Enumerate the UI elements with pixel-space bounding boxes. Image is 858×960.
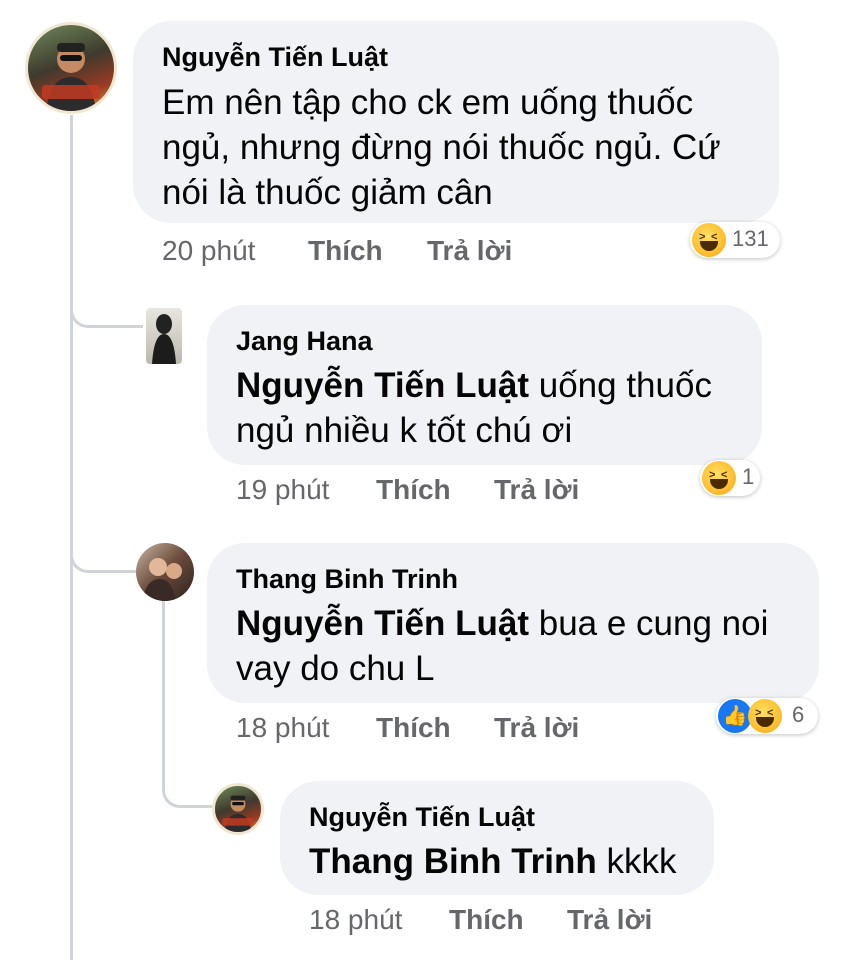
- like-icon: 👍: [718, 699, 752, 733]
- reaction-count: 131: [732, 226, 769, 251]
- like-button[interactable]: Thích: [376, 712, 451, 744]
- like-button[interactable]: Thích: [308, 235, 383, 267]
- comment-line: ngủ, nhưng đừng nói thuốc ngủ. Cứ: [162, 128, 721, 167]
- avatar[interactable]: [212, 783, 264, 835]
- comment-text: Nguyễn Tiến Luật bua e cung noi vay do c…: [236, 601, 768, 691]
- comment-author[interactable]: Thang Binh Trinh: [236, 564, 458, 595]
- haha-icon: > <: [692, 223, 726, 257]
- reaction-count: 6: [792, 702, 805, 727]
- timestamp[interactable]: 18 phút: [309, 904, 402, 936]
- avatar-person-icon: [222, 795, 254, 832]
- reaction-summary[interactable]: > < 131: [690, 222, 780, 258]
- avatar[interactable]: [146, 308, 182, 364]
- timestamp[interactable]: 19 phút: [236, 474, 329, 506]
- comment-line: ngủ nhiều k tốt chú ơi: [236, 411, 573, 450]
- reaction-summary[interactable]: > < 1: [700, 460, 760, 496]
- comment-line: uống thuốc: [538, 366, 712, 405]
- thread-connector-reply-1: [70, 290, 143, 328]
- avatar[interactable]: [25, 22, 117, 114]
- avatar[interactable]: [136, 543, 194, 601]
- comment-line: nói là thuốc giảm cân: [162, 173, 493, 212]
- reply-button[interactable]: Trả lời: [494, 474, 579, 506]
- reply-button[interactable]: Trả lời: [567, 904, 652, 936]
- avatar-person-icon: [142, 558, 182, 601]
- thread-connector-reply-2: [70, 535, 139, 573]
- comment-text: Nguyễn Tiến Luật uống thuốc ngủ nhiều k …: [236, 363, 712, 453]
- mention-link[interactable]: Nguyễn Tiến Luật: [236, 604, 529, 643]
- comment-author[interactable]: Nguyễn Tiến Luật: [162, 42, 388, 73]
- haha-icon: > <: [748, 699, 782, 733]
- thread-connector-reply-3: [162, 770, 213, 808]
- reaction-count: 1: [742, 464, 755, 489]
- avatar-person-icon: [42, 43, 100, 111]
- reaction-summary[interactable]: 👍 > < 6: [716, 698, 818, 734]
- comment-line: kkkk: [606, 842, 677, 881]
- comment-author[interactable]: Jang Hana: [236, 326, 373, 357]
- comment-text: Em nên tập cho ck em uống thuốc ngủ, như…: [162, 80, 721, 215]
- comment-line: Em nên tập cho ck em uống thuốc: [162, 83, 694, 122]
- avatar-person-icon: [152, 314, 176, 364]
- comment-author[interactable]: Nguyễn Tiến Luật: [309, 802, 535, 833]
- timestamp[interactable]: 18 phút: [236, 712, 329, 744]
- comment-line: vay do chu L: [236, 649, 435, 688]
- mention-link[interactable]: Thang Binh Trinh: [309, 842, 597, 881]
- like-button[interactable]: Thích: [376, 474, 451, 506]
- timestamp[interactable]: 20 phút: [162, 235, 255, 267]
- reply-button[interactable]: Trả lời: [494, 712, 579, 744]
- haha-icon: > <: [702, 461, 736, 495]
- thread-line-sub: [162, 600, 165, 775]
- reply-button[interactable]: Trả lời: [427, 235, 512, 267]
- mention-link[interactable]: Nguyễn Tiến Luật: [236, 366, 529, 405]
- like-button[interactable]: Thích: [449, 904, 524, 936]
- comment-text: Thang Binh Trinh kkkk: [309, 839, 676, 884]
- comment-line: bua e cung noi: [538, 604, 769, 643]
